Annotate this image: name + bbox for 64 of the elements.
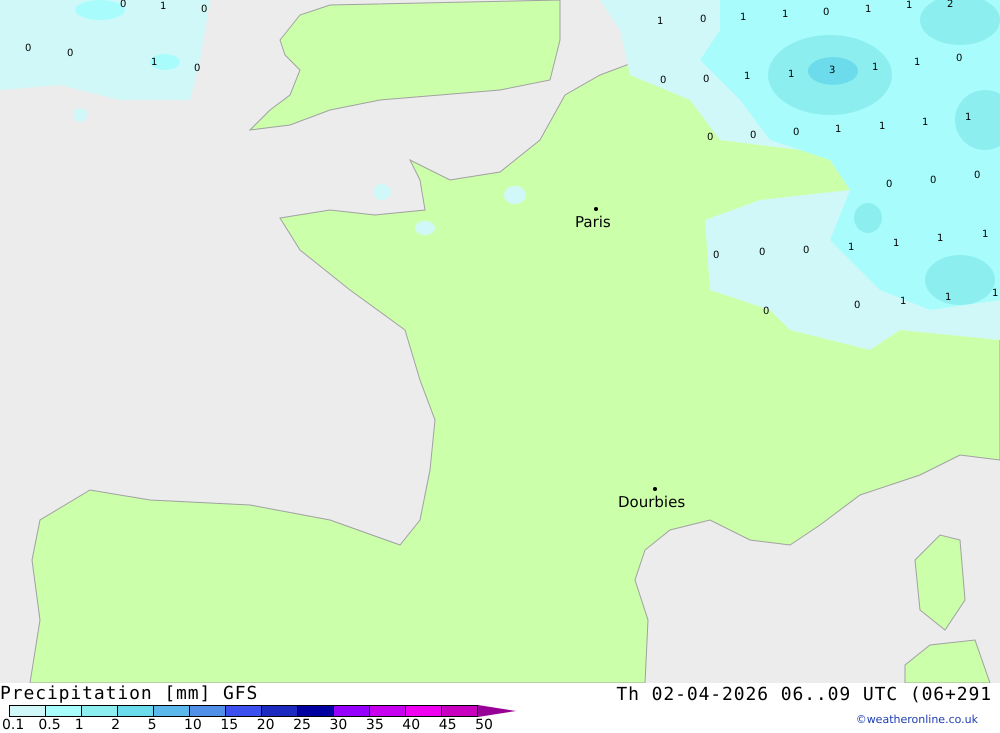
precipitation-value: 1 — [865, 5, 872, 15]
precipitation-value: 1 — [782, 10, 788, 20]
legend-label: 25 — [293, 717, 312, 733]
legend-label: 5 — [148, 717, 158, 733]
precipitation-value: 0 — [201, 5, 208, 15]
city-label: Dourbies — [618, 494, 686, 510]
precipitation-value: 0 — [793, 128, 800, 138]
legend-label: 50 — [475, 717, 494, 733]
precipitation-value: 0 — [750, 131, 756, 141]
precipitation-value: 0 — [930, 176, 936, 186]
precipitation-value: 1 — [937, 234, 944, 244]
credit-link[interactable]: ©weatheronline.co.uk — [856, 713, 1000, 726]
precipitation-value: 0 — [956, 54, 962, 64]
precipitation-value: 0 — [700, 15, 706, 25]
precipitation-value: 3 — [829, 66, 836, 76]
precipitation-value: 1 — [900, 297, 906, 307]
precipitation-value: 1 — [982, 230, 988, 240]
legend-title: Precipitation [mm] GFS — [0, 683, 260, 705]
precipitation-value: 0 — [67, 49, 74, 59]
legend-label: 40 — [402, 717, 422, 733]
precipitation-value: 0 — [703, 75, 710, 85]
legend-label: 10 — [184, 717, 203, 733]
precipitation-value: 1 — [657, 17, 664, 27]
precipitation-value: 0 — [25, 44, 32, 54]
precipitation-value: 0 — [759, 248, 766, 258]
legend-label: 2 — [111, 717, 122, 733]
precipitation-value: 1 — [160, 2, 166, 12]
precipitation-value: 1 — [922, 118, 928, 128]
precipitation-value: 0 — [823, 8, 830, 18]
legend-label: 15 — [220, 717, 240, 733]
city-marker-icon — [653, 487, 657, 491]
city-marker-icon — [594, 207, 598, 211]
precipitation-value: 1 — [872, 63, 878, 73]
precipitation-value: 1 — [151, 58, 158, 68]
precipitation-value: 0 — [660, 76, 666, 86]
valid-time: Th 02-04-2026 06..09 UTC (06+291 — [616, 683, 993, 707]
precipitation-value: 1 — [744, 72, 750, 82]
precipitation-value: 1 — [788, 70, 794, 80]
precipitation-value: 0 — [854, 301, 860, 311]
city-label: Paris — [575, 214, 611, 230]
precipitation-value: 1 — [914, 58, 920, 68]
precipitation-value: 1 — [879, 122, 886, 132]
precipitation-value: 1 — [992, 289, 998, 299]
precipitation-value: 0 — [886, 180, 892, 190]
precipitation-value: 0 — [763, 307, 770, 317]
precipitation-value: 0 — [194, 64, 200, 74]
legend-label: 0.5 — [38, 717, 62, 733]
precipitation-value: 1 — [906, 1, 912, 11]
precipitation-value: 0 — [974, 171, 980, 181]
legend-label: 45 — [438, 717, 458, 733]
legend-label: 1 — [74, 717, 85, 733]
legend-label: 30 — [330, 717, 348, 733]
precipitation-value: 0 — [803, 246, 810, 256]
precipitation-value: 1 — [835, 125, 842, 135]
precipitation-value: 0 — [707, 133, 714, 143]
precipitation-value: 1 — [945, 293, 952, 303]
legend-label: 35 — [366, 717, 385, 733]
legend-label: 0.1 — [2, 717, 26, 733]
legend-label: 20 — [256, 717, 276, 733]
precipitation-value: 1 — [965, 113, 972, 123]
precipitation-value: 0 — [713, 251, 720, 261]
precipitation-value: 1 — [893, 239, 900, 249]
precipitation-value: 1 — [740, 13, 746, 23]
precipitation-value: 1 — [848, 243, 854, 253]
